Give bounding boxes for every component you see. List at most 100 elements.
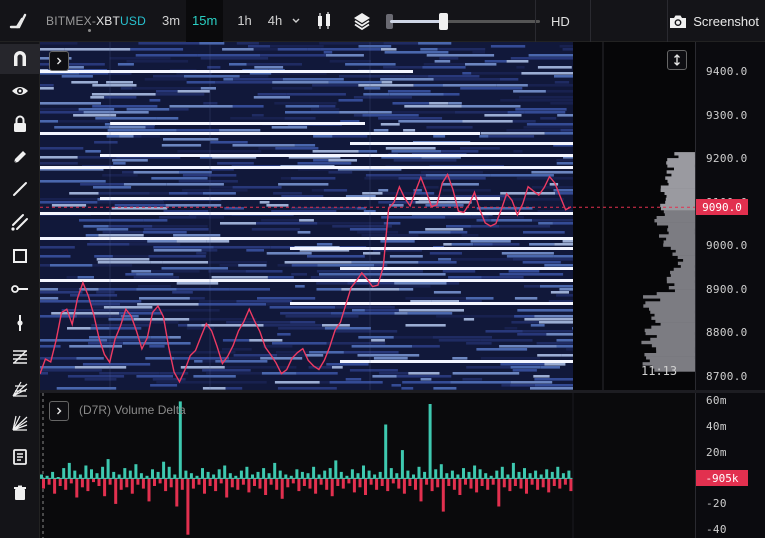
symbol-selector[interactable]: BITMEX-XBTUSD bbox=[46, 14, 146, 32]
liquidity-wall bbox=[340, 360, 573, 363]
liquidity-cell bbox=[40, 201, 98, 204]
liquidity-cell bbox=[312, 84, 359, 87]
liquidity-cell bbox=[438, 258, 452, 261]
liquidity-cell bbox=[85, 150, 101, 153]
liquidity-cell bbox=[514, 315, 535, 318]
liquidity-cell bbox=[125, 273, 137, 276]
timeframe-15m[interactable]: 15m bbox=[186, 0, 224, 42]
tool-trash-button[interactable] bbox=[0, 478, 40, 508]
tool-magnet-button[interactable] bbox=[0, 44, 40, 74]
liquidity-cell bbox=[169, 108, 189, 111]
tool-lock-button[interactable] bbox=[0, 109, 40, 139]
trash-icon bbox=[14, 485, 26, 500]
price-axis[interactable]: 9400.09300.09200.09100.09000.08900.08800… bbox=[695, 42, 765, 390]
auto-scale-button[interactable] bbox=[667, 50, 687, 70]
liquidity-cell bbox=[296, 372, 338, 375]
liquidity-cell bbox=[517, 333, 547, 336]
profile-bar bbox=[663, 240, 695, 244]
liquidity-cell bbox=[104, 96, 137, 99]
liquidity-cell bbox=[150, 261, 163, 264]
liquidity-cell bbox=[236, 300, 292, 303]
delta-bar-positive bbox=[295, 469, 299, 479]
tool-fib-retracement-button[interactable] bbox=[0, 341, 40, 371]
liquidity-cell bbox=[394, 312, 408, 315]
liquidity-cell bbox=[272, 342, 327, 345]
indicator-expand-button[interactable] bbox=[49, 401, 69, 421]
liquidity-cell bbox=[537, 66, 572, 69]
liquidity-cell bbox=[277, 48, 308, 51]
tool-gann-button[interactable] bbox=[0, 374, 40, 404]
orderbook-heatmap[interactable] bbox=[40, 42, 573, 390]
tool-ray-button[interactable] bbox=[0, 274, 40, 304]
liquidity-cell bbox=[371, 339, 385, 342]
delta-bar-positive bbox=[206, 471, 210, 479]
tool-rectangle-button[interactable] bbox=[0, 241, 40, 271]
delta-bar-negative bbox=[497, 478, 501, 507]
profile-bar bbox=[663, 243, 695, 247]
liquidity-cell bbox=[385, 147, 436, 150]
slider-handle[interactable] bbox=[438, 12, 448, 30]
liquidity-cell bbox=[257, 297, 316, 300]
liquidity-cell bbox=[534, 378, 573, 381]
liquidity-cell bbox=[196, 252, 207, 255]
delta-bar-negative bbox=[203, 478, 206, 494]
liquidity-cell bbox=[452, 357, 468, 360]
liquidity-cell bbox=[320, 48, 381, 51]
liquidity-cell bbox=[159, 216, 197, 219]
liquidity-cell bbox=[176, 282, 219, 285]
heatmap-contrast-slider[interactable] bbox=[386, 0, 541, 42]
liquidity-cell bbox=[380, 273, 446, 276]
delta-bar-positive bbox=[567, 470, 571, 479]
delta-bar-positive bbox=[189, 473, 193, 479]
liquidity-cell bbox=[501, 384, 510, 387]
delta-bar-negative bbox=[430, 478, 434, 492]
expand-panel-button[interactable] bbox=[49, 51, 69, 71]
tool-pencil-button[interactable] bbox=[0, 142, 40, 172]
liquidity-wall bbox=[40, 132, 480, 135]
tool-note-button[interactable] bbox=[0, 442, 40, 472]
liquidity-cell bbox=[554, 81, 570, 84]
profile-bar bbox=[664, 191, 695, 195]
tool-vertical-line-button[interactable] bbox=[0, 308, 40, 338]
timeframe-3m[interactable]: 3m bbox=[156, 0, 186, 42]
profile-bar bbox=[651, 343, 695, 348]
layers-button[interactable] bbox=[342, 0, 382, 42]
tool-trend-line-button[interactable] bbox=[0, 174, 40, 204]
timeframe-4h[interactable]: 4h bbox=[262, 0, 288, 42]
liquidity-cell bbox=[103, 306, 153, 309]
liquidity-cell bbox=[537, 354, 562, 357]
liquidity-cell bbox=[83, 225, 109, 228]
delta-bar-negative bbox=[136, 478, 140, 485]
tool-eye-button[interactable] bbox=[0, 76, 40, 106]
liquidity-cell bbox=[282, 78, 344, 81]
liquidity-cell bbox=[329, 381, 383, 384]
chart-type-button[interactable] bbox=[306, 0, 342, 42]
liquidity-wall bbox=[40, 237, 573, 240]
liquidity-cell bbox=[532, 219, 573, 222]
delta-bar-negative bbox=[502, 478, 506, 488]
liquidity-cell bbox=[402, 381, 451, 384]
liquidity-cell bbox=[40, 297, 59, 300]
delta-bar-positive bbox=[406, 470, 410, 479]
liquidity-cell bbox=[208, 261, 268, 264]
liquidity-cell bbox=[405, 324, 446, 327]
delta-bar-positive bbox=[84, 465, 88, 479]
liquidity-cell bbox=[213, 246, 271, 249]
liquidity-cell bbox=[136, 273, 174, 276]
price-tick-label: 9200.0 bbox=[706, 152, 748, 166]
liquidity-cell bbox=[257, 93, 287, 96]
hd-toggle[interactable]: HD bbox=[551, 0, 570, 42]
screenshot-button[interactable]: Screenshot bbox=[669, 0, 759, 42]
liquidity-cell bbox=[499, 78, 519, 81]
delta-bar-positive bbox=[517, 471, 521, 479]
delta-bar-negative bbox=[314, 478, 318, 494]
tool-parallel-channel-button[interactable] bbox=[0, 207, 40, 237]
app-logo[interactable] bbox=[0, 0, 38, 42]
liquidity-cell bbox=[446, 177, 486, 180]
timeframe-dropdown[interactable] bbox=[288, 0, 306, 42]
timeframe-1h[interactable]: 1h bbox=[231, 0, 257, 42]
tool-fan-button[interactable] bbox=[0, 408, 40, 438]
liquidity-cell bbox=[297, 231, 311, 234]
liquidity-cell bbox=[131, 270, 152, 273]
liquidity-cell bbox=[536, 342, 573, 345]
